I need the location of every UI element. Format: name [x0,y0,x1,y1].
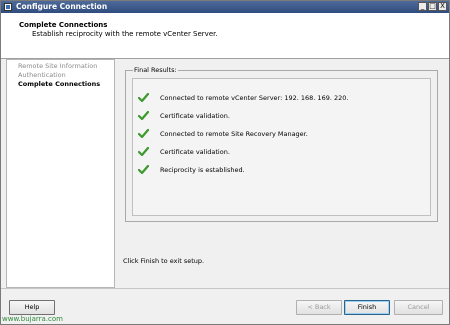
finish-instruction: Click Finish to exit setup. [123,257,205,265]
title-bar: Configure Connection _ □ X [1,1,449,13]
results-list: Connected to remote vCenter Server: 192.… [132,78,431,216]
page-description: Establish reciprocity with the remote vC… [32,30,218,38]
finish-button[interactable]: Finish [344,300,390,315]
result-text: Connected to remote Site Recovery Manage… [160,130,308,138]
step-remote-site-information: Remote Site Information [18,62,98,70]
app-icon [4,3,12,11]
minimize-button[interactable]: _ [418,2,427,11]
configure-connection-window: Configure Connection _ □ X Complete Conn… [0,0,450,325]
result-text: Reciprocity is established. [160,166,245,174]
help-button[interactable]: Help [9,300,55,315]
green-check-icon [138,146,149,157]
green-check-icon [138,92,149,103]
watermark-text: www.bujarra.com [2,315,63,323]
window-title: Configure Connection [16,2,108,11]
wizard-footer: Help < Back Finish Cancel [1,288,449,324]
wizard-content: Final Results: Connected to remote vCent… [115,59,449,288]
step-authentication: Authentication [18,71,66,79]
result-text: Certificate validation. [160,148,230,156]
wizard-header: Complete Connections Establish reciproci… [1,13,449,59]
final-results-legend: Final Results: [133,66,178,74]
close-button[interactable]: X [438,2,447,11]
green-check-icon [138,164,149,175]
green-check-icon [138,110,149,121]
result-text: Certificate validation. [160,112,230,120]
back-button[interactable]: < Back [296,300,342,315]
final-results-group: Final Results: Connected to remote vCent… [125,66,438,222]
page-title: Complete Connections [19,21,108,29]
wizard-steps-sidebar: Remote Site Information Authentication C… [6,59,115,288]
result-text: Connected to remote vCenter Server: 192.… [160,94,349,102]
green-check-icon [138,128,149,139]
step-complete-connections: Complete Connections [18,80,101,88]
cancel-button[interactable]: Cancel [394,300,443,315]
maximize-button[interactable]: □ [428,2,437,11]
